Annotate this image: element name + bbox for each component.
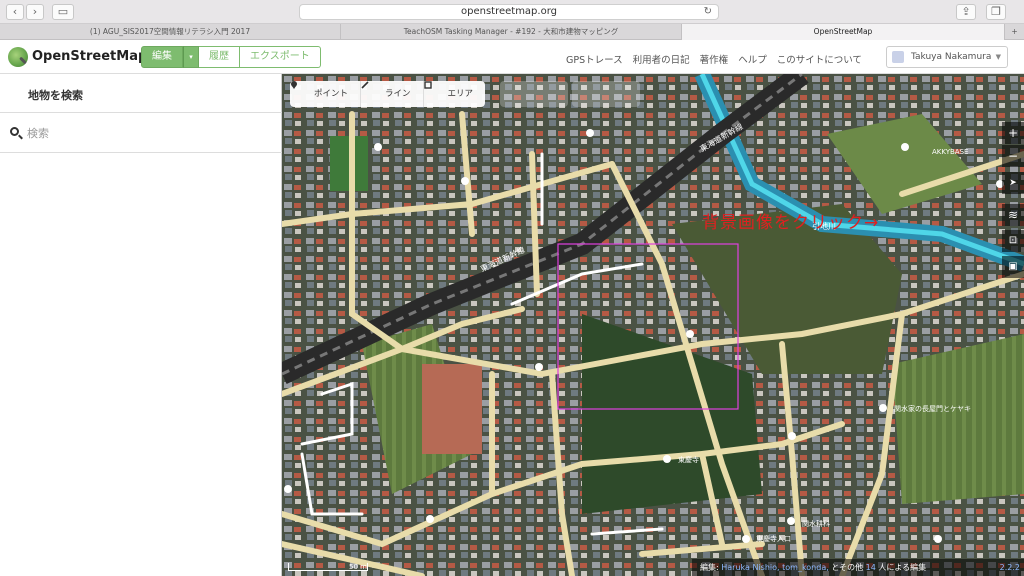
poi-label-sekimizu: 関水耕科 — [802, 519, 830, 528]
browser-toolbar: ‹ › ▭ openstreetmap.org ↻ ⇪ ❐ — [0, 0, 1024, 24]
undo-button[interactable] — [500, 81, 568, 107]
attribution-bar: 編集: Haruka Nishio, tom_konda, とその他 14 人に… — [692, 559, 1024, 576]
browser-tab-1[interactable]: (1) AGU_SIS2017空間情報リテラシ入門 2017 — [0, 24, 341, 40]
avatar — [892, 51, 904, 63]
greenhouse-area — [422, 364, 482, 454]
user-menu[interactable]: Takuya Nakamura ▼ — [886, 46, 1008, 68]
attribution-count[interactable]: 14 — [866, 563, 876, 572]
tab-bar: (1) AGU_SIS2017空間情報リテラシ入門 2017 TeachOSM … — [0, 24, 1024, 40]
point-icon — [291, 81, 297, 89]
poi-label-akkybase: AKKYBASE — [932, 148, 968, 156]
osm-header: OpenStreetMap 編集 ▾ 履歴 エクスポート GPSトレース 利用者… — [0, 40, 1024, 74]
share-icon[interactable]: ⇪ — [956, 4, 976, 20]
osm-logo-icon[interactable] — [8, 47, 28, 67]
redo-button[interactable] — [572, 81, 640, 107]
export-button[interactable]: エクスポート — [240, 46, 321, 68]
sidebar-title: 地物を検索 — [28, 89, 83, 102]
attribution-users[interactable]: Haruka Nishio, tom_konda, — [721, 563, 829, 572]
poi-label-tokeiji-entrance: 東慶寺入口 — [756, 534, 791, 543]
attribution-prefix: 編集: — [700, 563, 722, 572]
edit-button-group: 編集 ▾ 履歴 エクスポート — [141, 46, 321, 68]
browser-tab-3[interactable]: OpenStreetMap — [682, 24, 1005, 40]
version-label[interactable]: 2.2.2 — [1000, 559, 1020, 576]
search-row — [0, 113, 282, 153]
aerial-imagery: 東海道新幹線 東海道新幹線 引地川 AKKYBASE 関水家の長屋門とケヤキ 関… — [282, 74, 1024, 576]
background-click-annotation: 背景画像をクリック→ — [702, 213, 880, 233]
forward-button[interactable]: › — [26, 4, 44, 20]
history-button[interactable]: 履歴 — [199, 46, 240, 68]
edit-button[interactable]: 編集 — [141, 46, 183, 68]
search-icon — [10, 127, 19, 136]
nav-link-user-diaries[interactable]: 利用者の日記 — [633, 52, 690, 66]
brand-name[interactable]: OpenStreetMap — [32, 49, 147, 64]
geolocate-icon[interactable]: ➤ — [1002, 172, 1024, 194]
reload-icon[interactable]: ↻ — [704, 5, 712, 19]
chevron-down-icon: ▼ — [995, 53, 1001, 61]
user-name: Takuya Nakamura — [911, 52, 992, 62]
add-point-button[interactable]: ポイント — [290, 81, 362, 107]
add-area-label: エリア — [447, 89, 474, 99]
zoom-in-button[interactable]: + — [1002, 122, 1024, 144]
url-text: openstreetmap.org — [460, 6, 557, 17]
line-icon — [361, 81, 369, 89]
add-point-label: ポイント — [314, 89, 349, 99]
new-tab-icon[interactable]: + — [1005, 24, 1024, 40]
background-layers-icon[interactable]: ≋ — [1002, 204, 1024, 226]
map-canvas[interactable]: 東海道新幹線 東海道新幹線 引地川 AKKYBASE 関水家の長屋門とケヤキ 関… — [282, 74, 1024, 576]
add-area-button[interactable]: エリア — [423, 81, 486, 107]
scale-bar: 50 m — [288, 563, 368, 571]
attribution-suffix: 人による編集 — [875, 563, 927, 572]
tabs-overview-icon[interactable]: ❐ — [986, 4, 1006, 20]
feature-search-sidebar: 地物を検索 — [0, 74, 282, 576]
add-line-button[interactable]: ライン — [361, 81, 424, 107]
url-bar[interactable]: openstreetmap.org ↻ — [299, 4, 719, 20]
area-icon — [423, 81, 432, 89]
browser-tab-2[interactable]: TeachOSM Tasking Manager - #192 - 大和市建物マ… — [341, 24, 682, 40]
poi-label-tokeiji: 東慶寺 — [678, 455, 699, 464]
nav-link-gps-traces[interactable]: GPSトレース — [566, 52, 623, 66]
poi-label-nagayamon: 関水家の長屋門とケヤキ — [894, 404, 971, 413]
nav-link-copyright[interactable]: 著作権 — [700, 52, 729, 66]
add-line-label: ライン — [385, 89, 411, 99]
nav-link-about[interactable]: このサイトについて — [777, 52, 862, 66]
edit-dropdown-button[interactable]: ▾ — [183, 46, 199, 68]
draw-mode-toolbar: ポイント ライン エリア — [290, 81, 486, 107]
zoom-out-button[interactable]: − — [1002, 145, 1024, 167]
back-button[interactable]: ‹ — [6, 4, 24, 20]
issues-icon[interactable]: ▣ — [1002, 256, 1024, 278]
search-input[interactable] — [27, 123, 267, 143]
top-nav-links: GPSトレース 利用者の日記 著作権 ヘルプ このサイトについて — [566, 52, 862, 66]
nav-link-help[interactable]: ヘルプ — [738, 52, 767, 66]
attribution-middle: とその他 — [828, 563, 866, 572]
map-data-icon[interactable]: ⊡ — [1002, 230, 1024, 252]
sidebar-toggle-icon[interactable]: ▭ — [52, 4, 74, 20]
